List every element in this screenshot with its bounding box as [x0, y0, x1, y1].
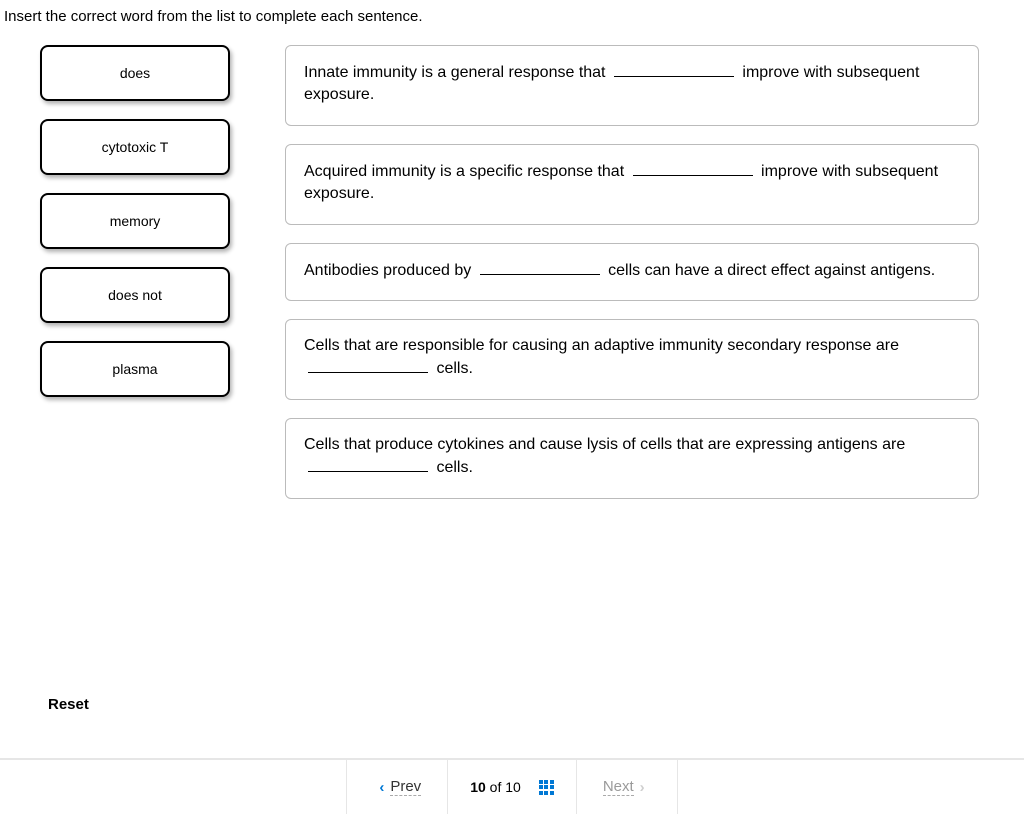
word-chip-memory[interactable]: memory [40, 193, 230, 249]
blank-slot[interactable] [308, 456, 428, 472]
blank-slot[interactable] [633, 160, 753, 176]
blank-slot[interactable] [308, 357, 428, 373]
sentence-pre: Acquired immunity is a specific response… [304, 163, 629, 180]
sentence-pre: Antibodies produced by [304, 262, 476, 279]
total-pages: 10 [505, 779, 521, 795]
next-button[interactable]: Next › [576, 760, 678, 814]
sentence-card-1[interactable]: Innate immunity is a general response th… [285, 45, 979, 126]
nav-group: ‹ Prev 10 of 10 Next › [346, 760, 677, 814]
sentence-post: cells. [432, 459, 473, 476]
prev-button[interactable]: ‹ Prev [346, 760, 447, 814]
footer-nav: ‹ Prev 10 of 10 Next › [0, 758, 1024, 814]
sentences-container: Innate immunity is a general response th… [285, 45, 979, 499]
prev-label: Prev [390, 778, 421, 796]
sentence-post: cells. [432, 360, 473, 377]
sentence-post: cells can have a direct effect against a… [604, 262, 935, 279]
word-bank: does cytotoxic T memory does not plasma [40, 45, 230, 499]
instruction-text: Insert the correct word from the list to… [0, 0, 1024, 45]
page-text: 10 of 10 [470, 779, 521, 795]
chevron-left-icon: ‹ [379, 779, 384, 796]
page-indicator: 10 of 10 [447, 760, 576, 814]
blank-slot[interactable] [480, 259, 600, 275]
grid-icon[interactable] [539, 780, 554, 795]
current-page: 10 [470, 779, 486, 795]
sentence-card-3[interactable]: Antibodies produced by cells can have a … [285, 243, 979, 301]
sentence-pre: Cells that are responsible for causing a… [304, 337, 899, 354]
word-chip-cytotoxic-t[interactable]: cytotoxic T [40, 119, 230, 175]
sentence-card-4[interactable]: Cells that are responsible for causing a… [285, 319, 979, 400]
reset-button[interactable]: Reset [48, 696, 89, 713]
sentence-card-2[interactable]: Acquired immunity is a specific response… [285, 144, 979, 225]
next-label: Next [603, 778, 634, 796]
word-chip-does-not[interactable]: does not [40, 267, 230, 323]
of-text: of [490, 779, 502, 795]
content-area: does cytotoxic T memory does not plasma … [0, 45, 1024, 499]
word-chip-plasma[interactable]: plasma [40, 341, 230, 397]
sentence-card-5[interactable]: Cells that produce cytokines and cause l… [285, 418, 979, 499]
chevron-right-icon: › [640, 779, 645, 796]
sentence-pre: Cells that produce cytokines and cause l… [304, 436, 905, 453]
sentence-pre: Innate immunity is a general response th… [304, 64, 610, 81]
blank-slot[interactable] [614, 61, 734, 77]
word-chip-does[interactable]: does [40, 45, 230, 101]
reset-row: Reset [48, 696, 89, 714]
